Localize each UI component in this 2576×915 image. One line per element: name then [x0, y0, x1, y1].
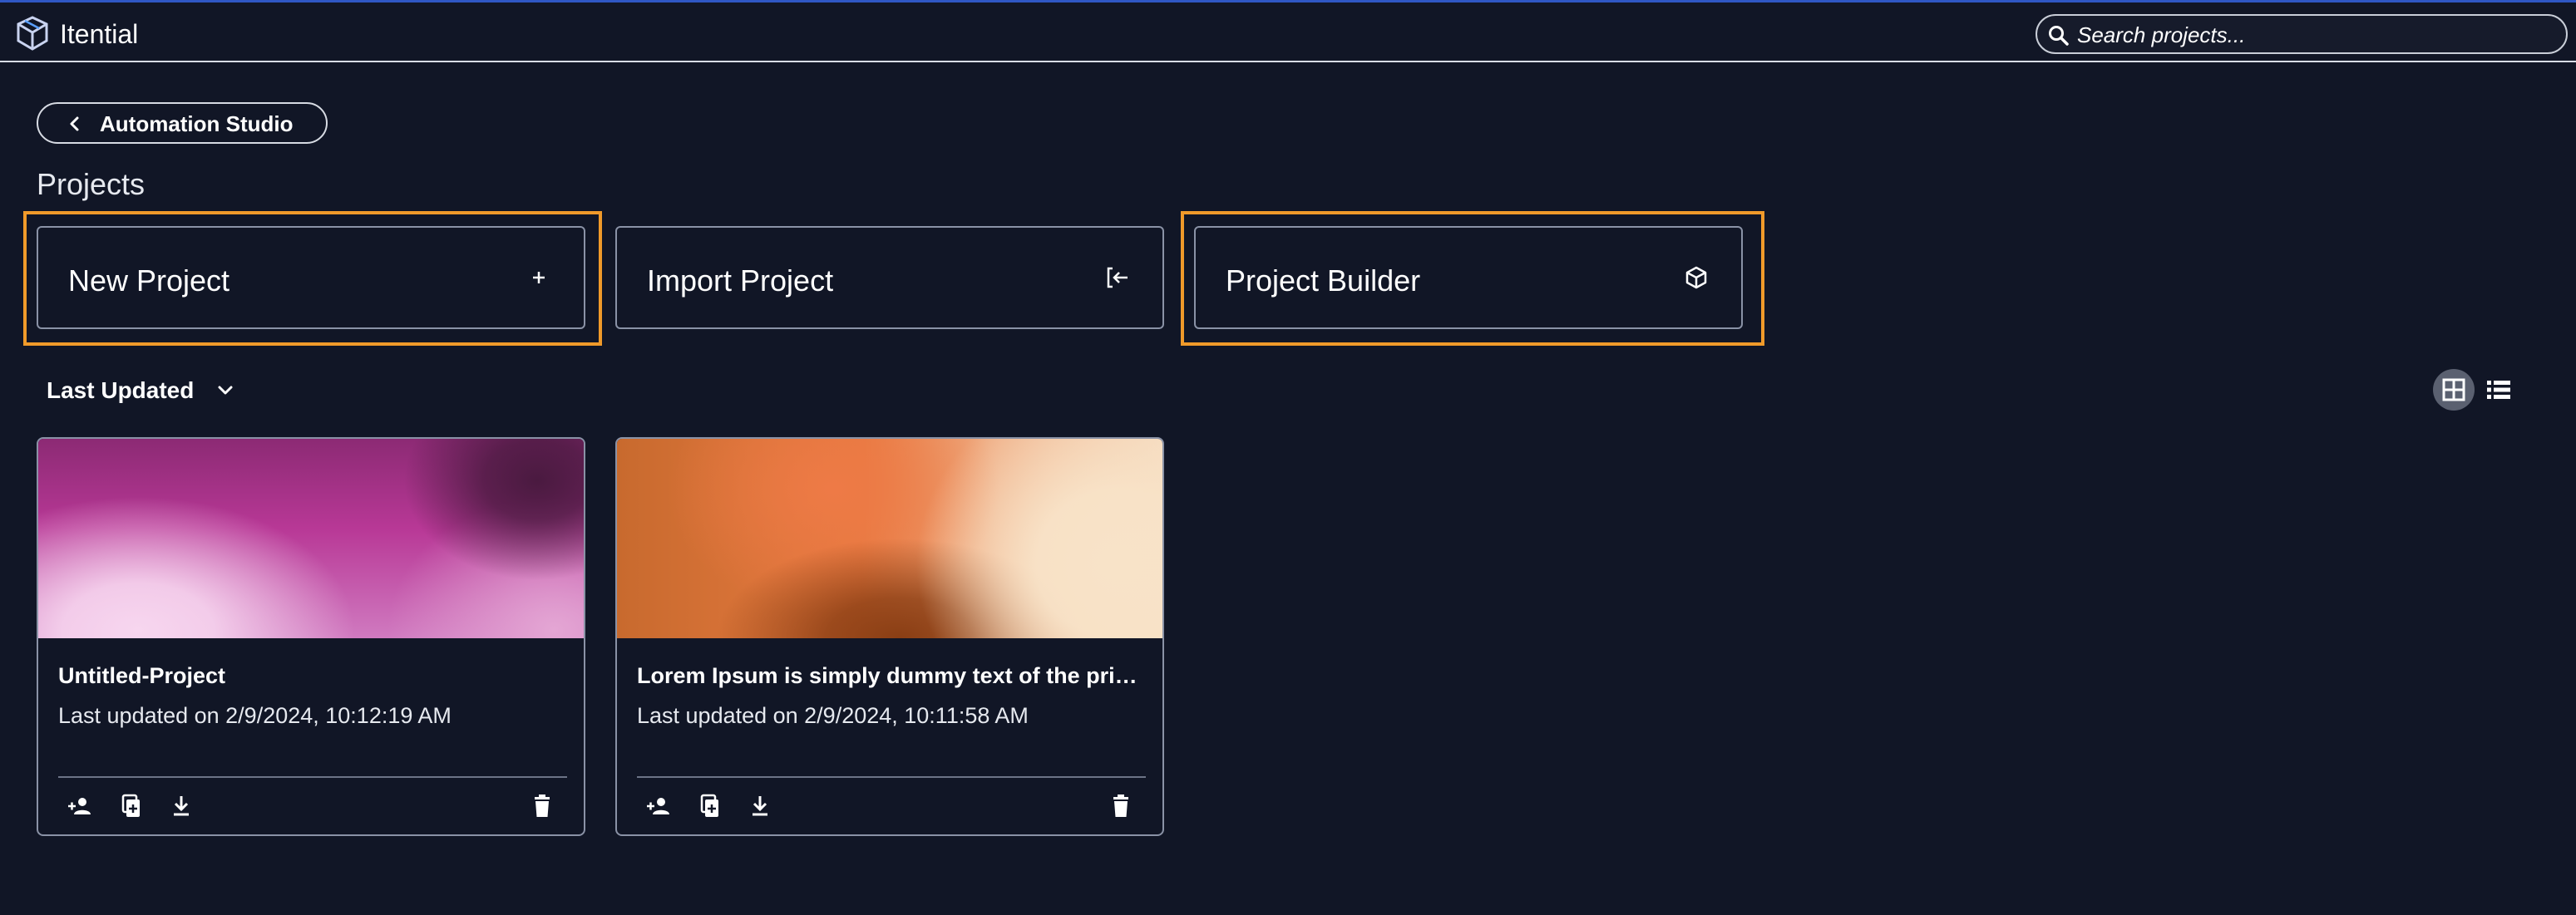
project-builder-button[interactable]: Project Builder [1194, 226, 1743, 329]
chevron-down-icon [218, 386, 233, 395]
grid-view-icon [2442, 378, 2465, 401]
itential-logo-icon[interactable] [13, 14, 52, 52]
chevron-left-icon [70, 116, 79, 131]
project-builder-label: Project Builder [1226, 263, 1421, 298]
sort-label: Last Updated [47, 377, 195, 403]
search-box[interactable] [2036, 14, 2568, 54]
delete-icon [1113, 794, 1128, 817]
app-name: Itential [60, 19, 139, 49]
list-view-icon[interactable] [2486, 378, 2511, 401]
import-icon [1107, 267, 1128, 288]
new-project-label: New Project [68, 263, 230, 298]
download-button[interactable] [163, 788, 200, 824]
download-icon [174, 796, 189, 816]
copy-icon [121, 794, 140, 817]
page-title: Projects [37, 167, 146, 201]
plus-icon [533, 272, 545, 283]
add-member-button[interactable] [640, 788, 677, 824]
add-member-button[interactable] [62, 788, 98, 824]
download-button[interactable] [742, 788, 778, 824]
delete-button[interactable] [1103, 788, 1139, 824]
search-icon [2049, 26, 2069, 46]
project-last-updated: Last updated on 2/9/2024, 10:11:58 AM [637, 703, 1029, 728]
cube-icon [1685, 266, 1707, 289]
delete-icon [535, 794, 550, 817]
add-member-icon [68, 798, 91, 814]
project-last-updated: Last updated on 2/9/2024, 10:12:19 AM [58, 703, 452, 728]
duplicate-button[interactable] [113, 788, 150, 824]
new-project-button[interactable]: New Project [37, 226, 585, 329]
project-thumbnail[interactable] [38, 439, 584, 638]
back-to-automation-studio-button[interactable]: Automation Studio [37, 102, 328, 144]
app-header: Itential [0, 2, 2576, 62]
back-button-label: Automation Studio [100, 111, 294, 136]
duplicate-button[interactable] [692, 788, 728, 824]
download-icon [753, 796, 767, 816]
search-input[interactable] [2077, 21, 2559, 49]
grid-view-button[interactable] [2433, 369, 2475, 411]
import-project-button[interactable]: Import Project [615, 226, 1164, 329]
project-name[interactable]: Lorem Ipsum is simply dummy text of the … [637, 662, 1146, 690]
copy-icon [700, 794, 718, 817]
sort-dropdown[interactable]: Last Updated [47, 374, 237, 407]
add-member-icon [647, 798, 669, 814]
card-divider [58, 776, 567, 778]
delete-button[interactable] [524, 788, 560, 824]
project-name[interactable]: Untitled-Project [58, 662, 567, 690]
card-divider [637, 776, 1146, 778]
project-thumbnail[interactable] [617, 439, 1162, 638]
project-card[interactable]: Lorem Ipsum is simply dummy text of the … [615, 437, 1164, 836]
import-project-label: Import Project [647, 263, 834, 298]
project-card[interactable]: Untitled-Project Last updated on 2/9/202… [37, 437, 585, 836]
